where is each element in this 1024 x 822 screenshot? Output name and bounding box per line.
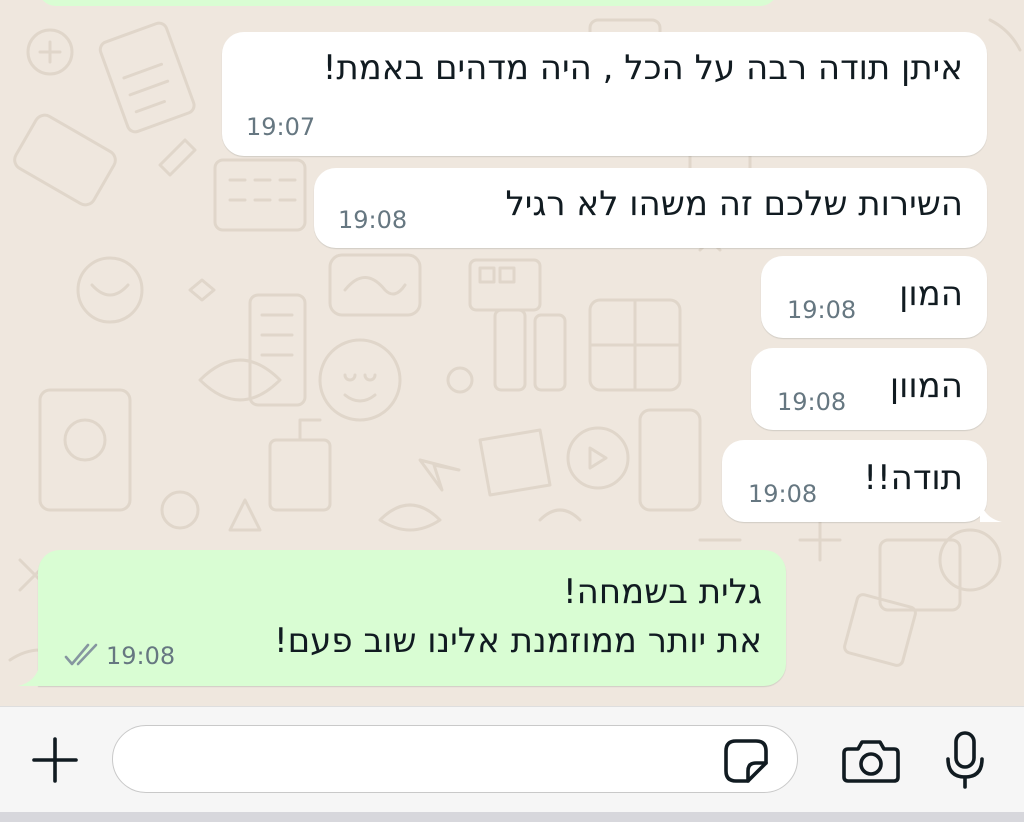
bubble-tail [980,500,1002,522]
bubble-tail [18,664,40,686]
sticker-icon [724,739,768,783]
message-text: איתן תודה רבה על הכל , היה מדהים באמת! [322,48,963,88]
message-timestamp: 19:08 [748,480,818,508]
incoming-message[interactable]: איתן תודה רבה על הכל , היה מדהים באמת! 1… [222,32,987,156]
message-text: המוון [889,366,963,406]
incoming-message[interactable]: תודה!! 19:08 [722,440,987,522]
camera-icon [842,740,900,783]
message-text: השירות שלכם זה משהו לא רגיל [505,184,963,224]
message-timestamp: 19:08 [338,206,408,234]
attach-button[interactable] [28,733,82,787]
message-text-line-1: גלית בשמחה! [563,572,762,612]
message-text-line-2: את יותר ממוזמנת אלינו שוב פעם! [273,621,762,661]
message-input[interactable] [112,725,798,793]
home-indicator-area [0,812,1024,822]
camera-button[interactable] [840,735,902,787]
outgoing-message[interactable]: גלית בשמחה! את יותר ממוזמנת אלינו שוב פע… [38,550,786,686]
composer-bar [0,706,1024,812]
message-timestamp: 19:07 [246,113,316,141]
plus-icon [32,737,78,783]
previous-message-bubble-edge [38,0,778,6]
incoming-message[interactable]: המון 19:08 [761,256,987,338]
sticker-button[interactable] [720,735,772,787]
message-text: תודה!! [863,458,963,498]
message-timestamp: 19:08 [787,296,857,324]
chat-area: איתן תודה רבה על הכל , היה מדהים באמת! 1… [0,0,1024,706]
message-timestamp: 19:08 [106,642,176,670]
incoming-message[interactable]: השירות שלכם זה משהו לא רגיל 19:08 [314,168,987,248]
message-text: המון [899,274,963,314]
microphone-icon [946,731,984,789]
voice-message-button[interactable] [940,729,990,791]
incoming-message[interactable]: המוון 19:08 [751,348,987,430]
read-receipt-icon [64,643,98,666]
message-timestamp: 19:08 [777,388,847,416]
